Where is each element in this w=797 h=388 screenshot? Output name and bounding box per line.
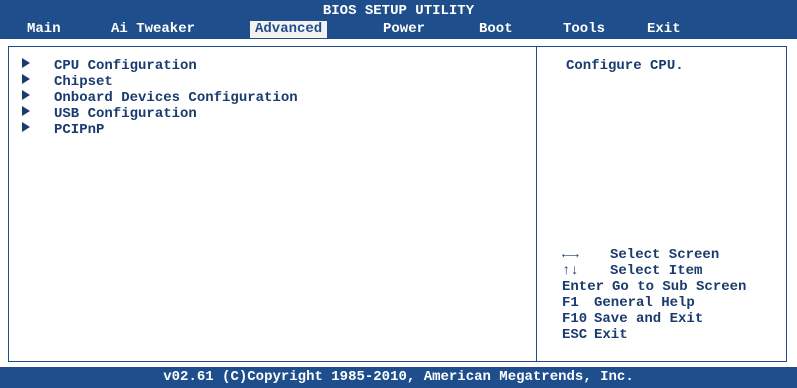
menu-item-usb-configuration[interactable]: USB Configuration: [22, 106, 298, 122]
key-row-exit: ESC Exit: [562, 327, 746, 343]
submenu-arrow-icon: [22, 58, 30, 68]
submenu-arrow-icon: [22, 90, 30, 100]
key-desc: Go to Sub Screen: [612, 279, 747, 295]
tab-main[interactable]: Main: [22, 21, 66, 38]
tab-exit[interactable]: Exit: [642, 21, 686, 38]
key-row-select-screen: ←→ Select Screen: [562, 247, 746, 263]
key-label: ESC: [562, 327, 588, 343]
menu-item-pcipnp[interactable]: PCIPnP: [22, 122, 298, 138]
help-text: Configure CPU.: [566, 58, 684, 74]
left-right-arrow-icon: ←→: [562, 247, 579, 263]
key-row-select-item: ↑↓ Select Item: [562, 263, 746, 279]
copyright-bar: v02.61 (C)Copyright 1985-2010, American …: [0, 367, 797, 388]
submenu-arrow-icon: [22, 106, 30, 116]
menu-item-label: PCIPnP: [54, 122, 105, 138]
key-desc: Save and Exit: [594, 311, 704, 327]
menu-item-label: Onboard Devices Configuration: [54, 90, 298, 106]
key-row-save-exit: F10 Save and Exit: [562, 311, 746, 327]
key-desc: Select Screen: [610, 247, 720, 263]
tab-advanced[interactable]: Advanced: [250, 21, 328, 38]
menu-item-onboard-devices[interactable]: Onboard Devices Configuration: [22, 90, 298, 106]
submenu-arrow-icon: [22, 122, 30, 132]
panel-divider: [536, 46, 537, 362]
key-row-general-help: F1 General Help: [562, 295, 746, 311]
tab-ai-tweaker[interactable]: Ai Tweaker: [106, 21, 200, 38]
menu-item-label: USB Configuration: [54, 106, 197, 122]
tab-boot[interactable]: Boot: [474, 21, 518, 38]
up-down-arrow-icon: ↑↓: [562, 263, 579, 279]
key-row-sub-screen: Enter Go to Sub Screen: [562, 279, 746, 295]
key-label: F10: [562, 311, 588, 327]
menu-item-label: Chipset: [54, 74, 113, 90]
key-desc: General Help: [594, 295, 695, 311]
menu-item-label: CPU Configuration: [54, 58, 197, 74]
tab-tools[interactable]: Tools: [558, 21, 610, 38]
key-desc: Exit: [594, 327, 628, 343]
submenu-arrow-icon: [22, 74, 30, 84]
key-legend: ←→ Select Screen ↑↓ Select Item Enter Go to…: [562, 247, 746, 343]
advanced-menu-list: CPU Configuration Chipset Onboard Device…: [22, 58, 298, 138]
tab-power[interactable]: Power: [378, 21, 430, 38]
key-label: F1: [562, 295, 579, 311]
key-label: Enter: [562, 279, 605, 295]
bios-title: BIOS SETUP UTILITY: [322, 3, 475, 19]
title-bar: BIOS SETUP UTILITY Main Ai Tweaker Advan…: [0, 0, 797, 39]
menu-item-chipset[interactable]: Chipset: [22, 74, 298, 90]
menu-item-cpu-configuration[interactable]: CPU Configuration: [22, 58, 298, 74]
key-desc: Select Item: [610, 263, 703, 279]
